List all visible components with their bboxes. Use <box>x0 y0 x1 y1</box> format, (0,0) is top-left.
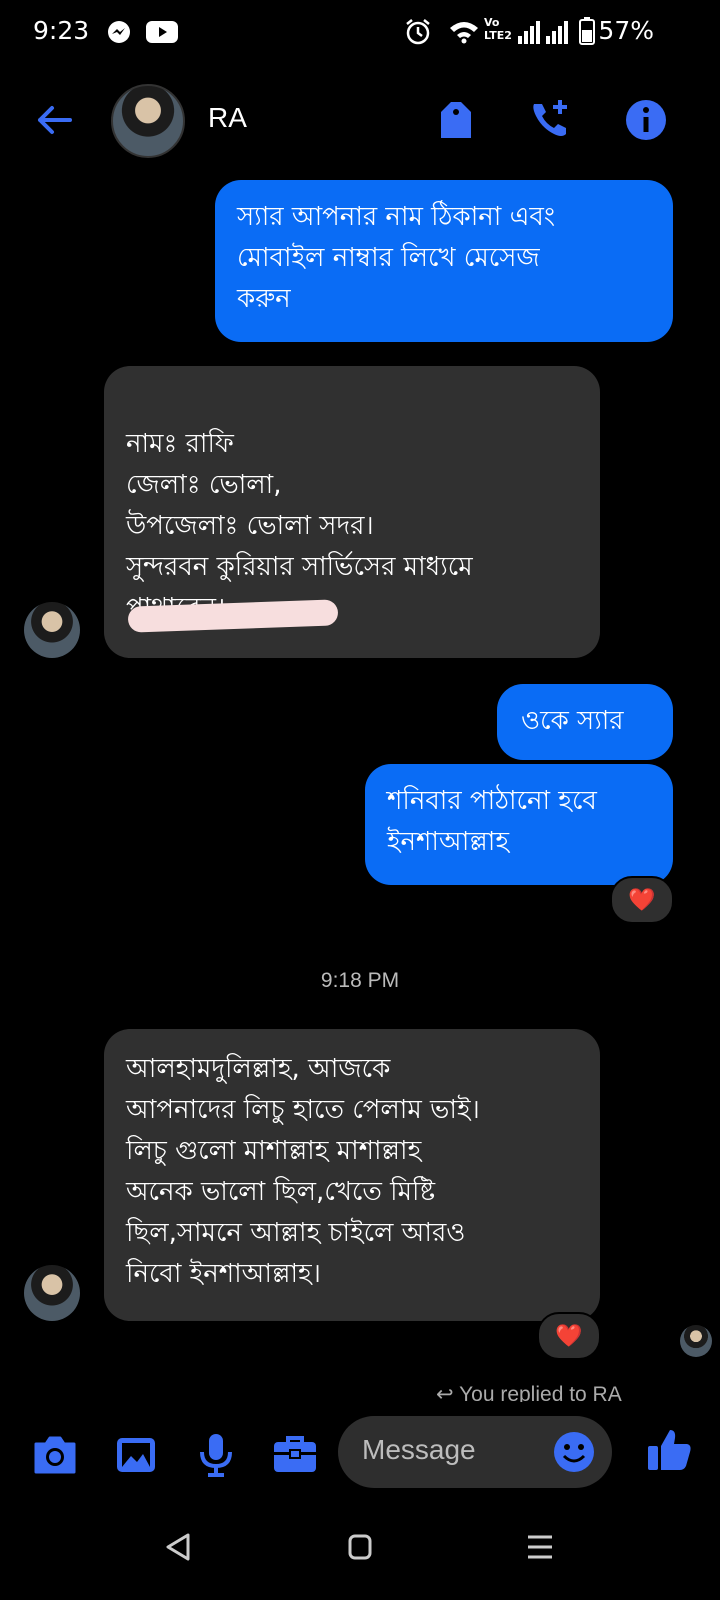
heart-reaction-icon: ❤️ <box>628 887 656 913</box>
heart-reaction-icon: ❤️ <box>555 1323 583 1349</box>
message-timestamp: 9:18 PM <box>320 969 400 992</box>
battery-percent: 57% <box>598 16 654 45</box>
reply-notice: ↩ You replied to RA <box>436 1382 622 1402</box>
alarm-icon <box>406 19 430 45</box>
incoming-message-bubble[interactable]: আলহামদুলিল্লাহ, আজকে আপনাদের লিচু হাতে প… <box>104 1029 600 1321</box>
reaction-badge[interactable]: ❤️ <box>610 876 674 924</box>
seen-receipt-avatar <box>680 1325 712 1357</box>
incoming-message-bubble[interactable]: নামঃ রাফি জেলাঃ ভোলা, উপজেলাঃ ভোলা সদর। … <box>104 366 600 658</box>
reaction-badge[interactable]: ❤️ <box>537 1312 601 1360</box>
mic-icon[interactable] <box>193 1432 239 1478</box>
reply-notice-text: You replied to RA <box>459 1383 622 1402</box>
reply-arrow-icon: ↩ <box>436 1383 460 1402</box>
back-arrow-icon[interactable] <box>34 100 74 140</box>
thumbs-up-icon[interactable] <box>646 1426 694 1474</box>
network-type-label: Vo LTE2 <box>484 16 512 42</box>
messenger-notification-icon <box>108 21 130 43</box>
briefcase-icon[interactable] <box>272 1432 318 1478</box>
wifi-icon <box>450 22 478 44</box>
message-composer: Message <box>0 1404 720 1504</box>
gallery-icon[interactable] <box>113 1432 159 1478</box>
info-icon[interactable] <box>624 98 668 142</box>
tag-icon[interactable] <box>433 98 477 142</box>
nav-home-icon[interactable] <box>348 1534 372 1560</box>
outgoing-message-bubble[interactable]: ওকে স্যার <box>497 684 673 760</box>
nav-back-icon[interactable] <box>164 1532 192 1562</box>
outgoing-message-bubble[interactable]: শনিবার পাঠানো হবে ইনশাআল্লাহ <box>365 764 673 885</box>
battery-icon <box>579 17 595 45</box>
sender-avatar[interactable] <box>24 602 80 658</box>
signal-strength-icon <box>518 21 568 44</box>
sender-avatar[interactable] <box>24 1265 80 1321</box>
outgoing-message-bubble[interactable]: স্যার আপনার নাম ঠিকানা এবং মোবাইল নাম্বা… <box>215 180 673 342</box>
message-input-placeholder: Message <box>362 1434 476 1465</box>
youtube-notification-icon <box>146 21 178 43</box>
status-bar: 9:23 Vo LTE2 57% <box>0 0 720 64</box>
emoji-icon[interactable] <box>552 1430 596 1474</box>
camera-icon[interactable] <box>32 1432 78 1478</box>
system-navigation-bar <box>0 1504 720 1600</box>
incoming-message-text: নামঃ রাফি জেলাঃ ভোলা, উপজেলাঃ ভোলা সদর। … <box>126 429 473 623</box>
conversation-header: RA <box>0 64 720 176</box>
add-call-icon[interactable] <box>528 98 572 142</box>
status-time: 9:23 <box>33 16 90 45</box>
nav-recents-icon[interactable] <box>526 1534 554 1560</box>
message-input[interactable]: Message <box>338 1416 612 1488</box>
contact-avatar[interactable] <box>111 84 185 158</box>
contact-name[interactable]: RA <box>208 102 247 134</box>
